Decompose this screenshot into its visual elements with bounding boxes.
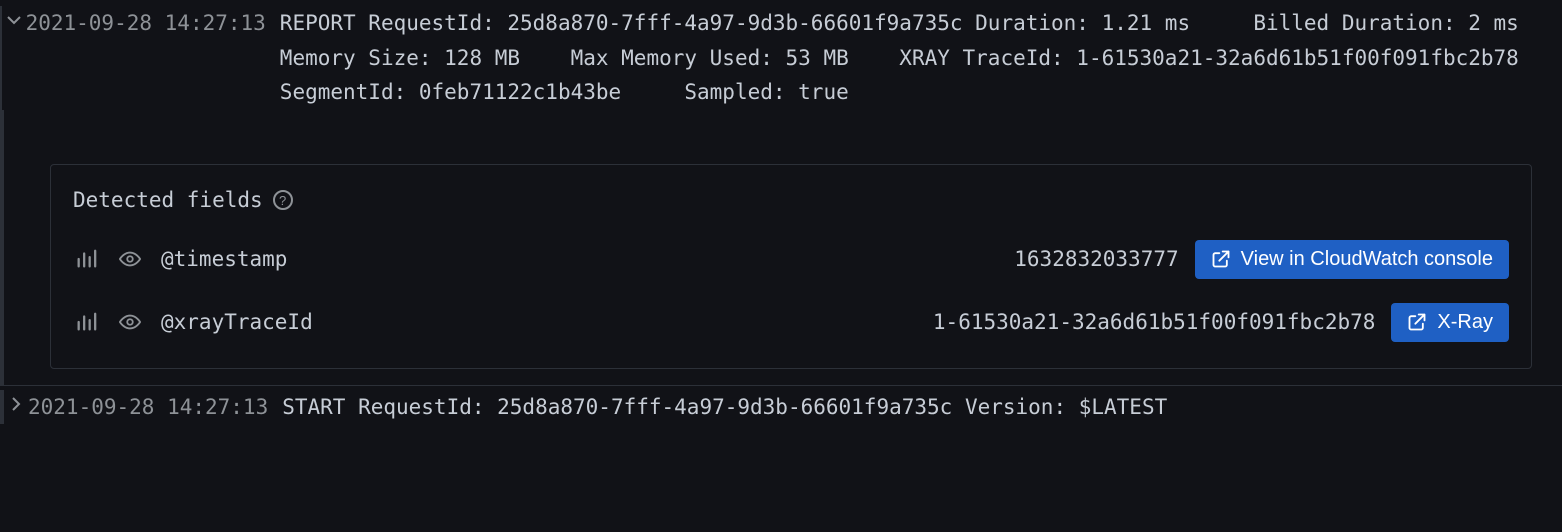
detected-field-row: @timestamp 1632832033777 View in CloudWa… [73, 232, 1509, 287]
help-icon[interactable]: ? [273, 190, 293, 210]
field-value: 1-61530a21-32a6d61b51f00f091fbc2b78 [933, 305, 1376, 340]
log-message: START RequestId: 25d8a870-7fff-4a97-9d3b… [282, 390, 1562, 425]
view-xray-button[interactable]: X-Ray [1391, 303, 1509, 342]
eye-icon[interactable] [117, 309, 143, 335]
expand-toggle[interactable] [4, 390, 28, 412]
chevron-down-icon [6, 12, 22, 28]
eye-icon[interactable] [117, 246, 143, 272]
button-label: View in CloudWatch console [1241, 248, 1493, 271]
view-cloudwatch-button[interactable]: View in CloudWatch console [1195, 240, 1509, 279]
stats-icon[interactable] [73, 246, 99, 272]
detected-fields-title-row: Detected fields ? [73, 183, 1509, 218]
detected-fields-title: Detected fields [73, 183, 263, 218]
log-timestamp: 2021-09-28 14:27:13 [28, 390, 282, 425]
field-name: @xrayTraceId [161, 305, 313, 340]
button-label: X-Ray [1437, 311, 1493, 334]
field-value: 1632832033777 [1014, 242, 1178, 277]
log-timestamp: 2021-09-28 14:27:13 [26, 6, 280, 41]
external-link-icon [1407, 312, 1427, 332]
external-link-icon [1211, 249, 1231, 269]
chevron-right-icon [8, 396, 24, 412]
detected-fields-panel: Detected fields ? @timestamp 16328320337… [50, 164, 1532, 369]
stats-icon[interactable] [73, 309, 99, 335]
log-row: 2021-09-28 14:27:13 REPORT RequestId: 25… [0, 0, 1562, 110]
field-name: @timestamp [161, 242, 287, 277]
log-message: REPORT RequestId: 25d8a870-7fff-4a97-9d3… [280, 6, 1562, 110]
expand-toggle[interactable] [2, 6, 26, 28]
log-row: 2021-09-28 14:27:13 START RequestId: 25d… [0, 385, 1562, 425]
detected-field-row: @xrayTraceId 1-61530a21-32a6d61b51f00f09… [73, 295, 1509, 350]
